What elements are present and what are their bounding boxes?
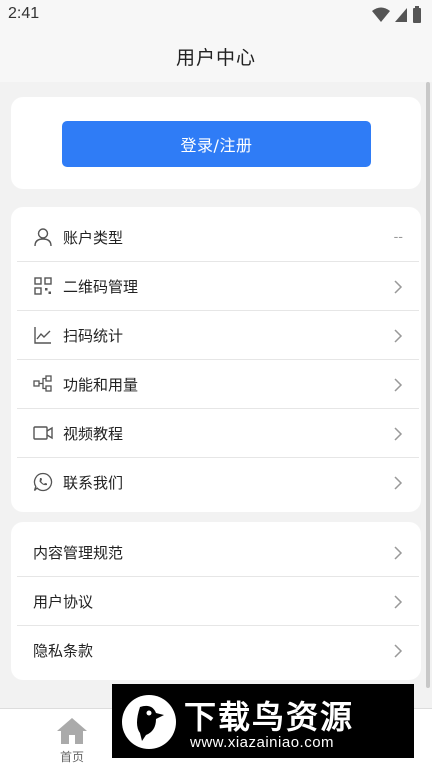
status-bar: 2:41 [0,0,432,30]
menu-item-label: 二维码管理 [63,277,139,296]
menu-item-video-tutorial[interactable]: 视频教程 [17,409,419,458]
phone-chat-icon [33,472,53,492]
menu-item-contact-us[interactable]: 联系我们 [17,458,419,507]
chevron-right-icon [394,378,403,392]
menu-item-label: 账户类型 [63,228,124,247]
menu-item-scan-statistics[interactable]: 扫码统计 [17,311,419,360]
chevron-right-icon [394,427,403,441]
user-icon [34,228,52,247]
link-label: 用户协议 [33,592,94,611]
status-icons [372,6,422,24]
menu-card: 账户类型 -- 二维码管理 扫码统计 功能和用量 视频教程 联系我们 [11,207,421,512]
wifi-icon [372,7,390,22]
menu-item-label: 视频教程 [63,424,124,443]
bird-logo-icon [137,705,164,741]
watermark-url: www.xiazainiao.com [190,734,335,751]
flow-icon [33,375,52,392]
account-type-value: -- [393,229,403,245]
menu-item-account-type[interactable]: 账户类型 -- [17,213,419,262]
menu-item-qrcode-management[interactable]: 二维码管理 [17,262,419,311]
chevron-right-icon [394,476,403,490]
login-register-button[interactable]: 登录/注册 [62,121,371,167]
watermark-logo [122,695,176,749]
menu-item-label: 联系我们 [63,474,124,492]
links-card: 内容管理规范 用户协议 隐私条款 [11,522,421,680]
chevron-right-icon [394,329,403,343]
home-icon [57,718,87,744]
menu-item-features-usage[interactable]: 功能和用量 [17,360,419,409]
line-chart-icon [34,327,51,344]
tab-home-label: 首页 [59,750,84,764]
login-card: 登录/注册 [11,97,421,189]
link-privacy-policy[interactable]: 隐私条款 [17,626,419,675]
tab-home[interactable]: 首页 [17,709,127,769]
menu-item-label: 扫码统计 [63,326,124,345]
link-user-agreement[interactable]: 用户协议 [17,577,419,626]
signal-icon [395,8,407,22]
link-label: 隐私条款 [33,642,94,660]
battery-icon [413,6,421,23]
page-title: 用户中心 [175,46,256,69]
chevron-right-icon [394,595,403,609]
page-header: 用户中心 [0,30,432,82]
video-icon [33,426,53,440]
chevron-right-icon [394,644,403,658]
menu-item-label: 功能和用量 [63,375,139,394]
qrcode-icon [34,277,52,295]
scrollbar[interactable] [426,82,430,688]
link-content-policy[interactable]: 内容管理规范 [17,528,419,577]
status-time: 2:41 [8,5,40,22]
watermark-banner: 下载鸟资源 www.xiazainiao.com [112,684,414,758]
link-label: 内容管理规范 [33,543,124,562]
chevron-right-icon [394,280,403,294]
chevron-right-icon [394,546,403,560]
watermark-title: 下载鸟资源 [184,698,355,736]
